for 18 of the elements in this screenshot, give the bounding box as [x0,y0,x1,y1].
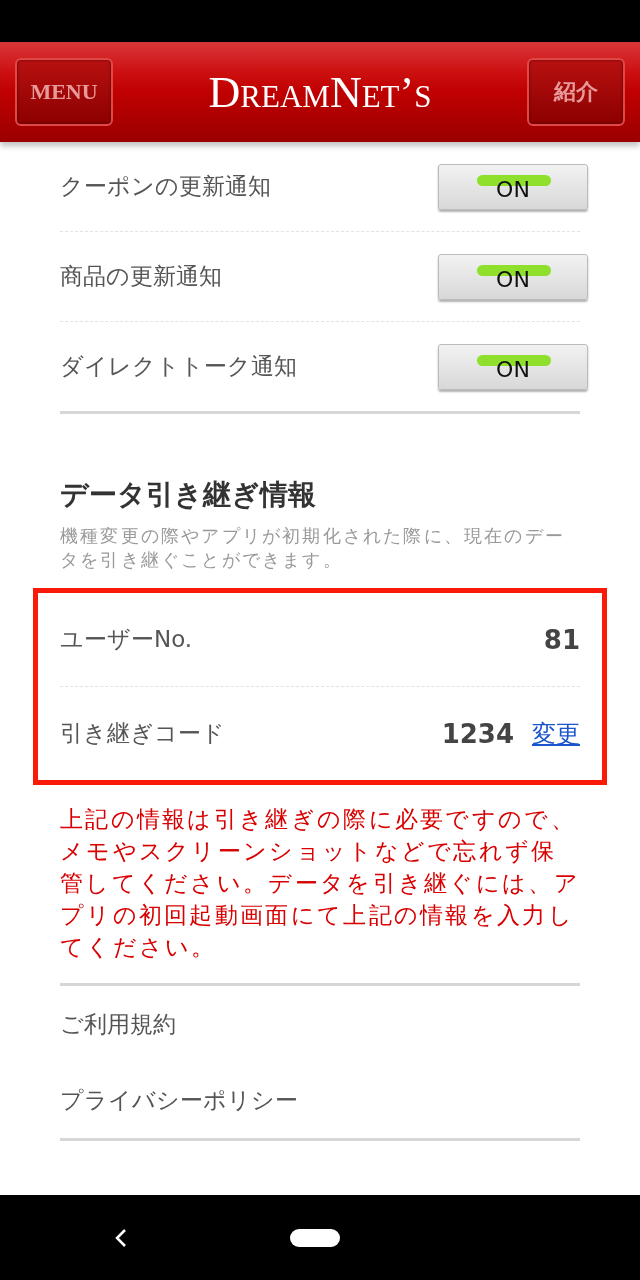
notice-text: 上記の情報は引き継ぎの際に必要ですので、メモやスクリーンショットなどで忘れず保管してください。データを引き継ぐには、アプリの初回起動画面にて上記の情報を入力してください。 [60,803,580,986]
menu-link[interactable]: ご利用規約 [60,1008,176,1040]
home-button[interactable] [290,1228,340,1247]
back-icon[interactable] [115,1227,127,1248]
setting-label: ダイレクトトーク通知 [60,352,297,381]
code-label: 引き継ぎコード [60,719,225,748]
code-value: 1234 [441,718,514,749]
setting-label: クーポンの更新通知 [60,172,271,201]
user-no-value: 81 [543,624,580,655]
section-description: 機種変更の際やアプリが初期化された際に、現在のデータを引き継ぐことができます。 [60,524,566,572]
menu-button[interactable]: MENU [15,58,113,126]
section-title: データ引き継ぎ情報 [60,477,317,513]
user-no-label: ユーザーNo. [60,625,193,654]
change-link[interactable]: 変更 [532,717,580,750]
intro-button[interactable]: 紹介 [527,58,625,126]
logo: DreamNet’s [208,66,432,118]
setting-label: 商品の更新通知 [60,262,222,291]
menu-link[interactable]: プライバシーポリシー [60,1084,298,1116]
